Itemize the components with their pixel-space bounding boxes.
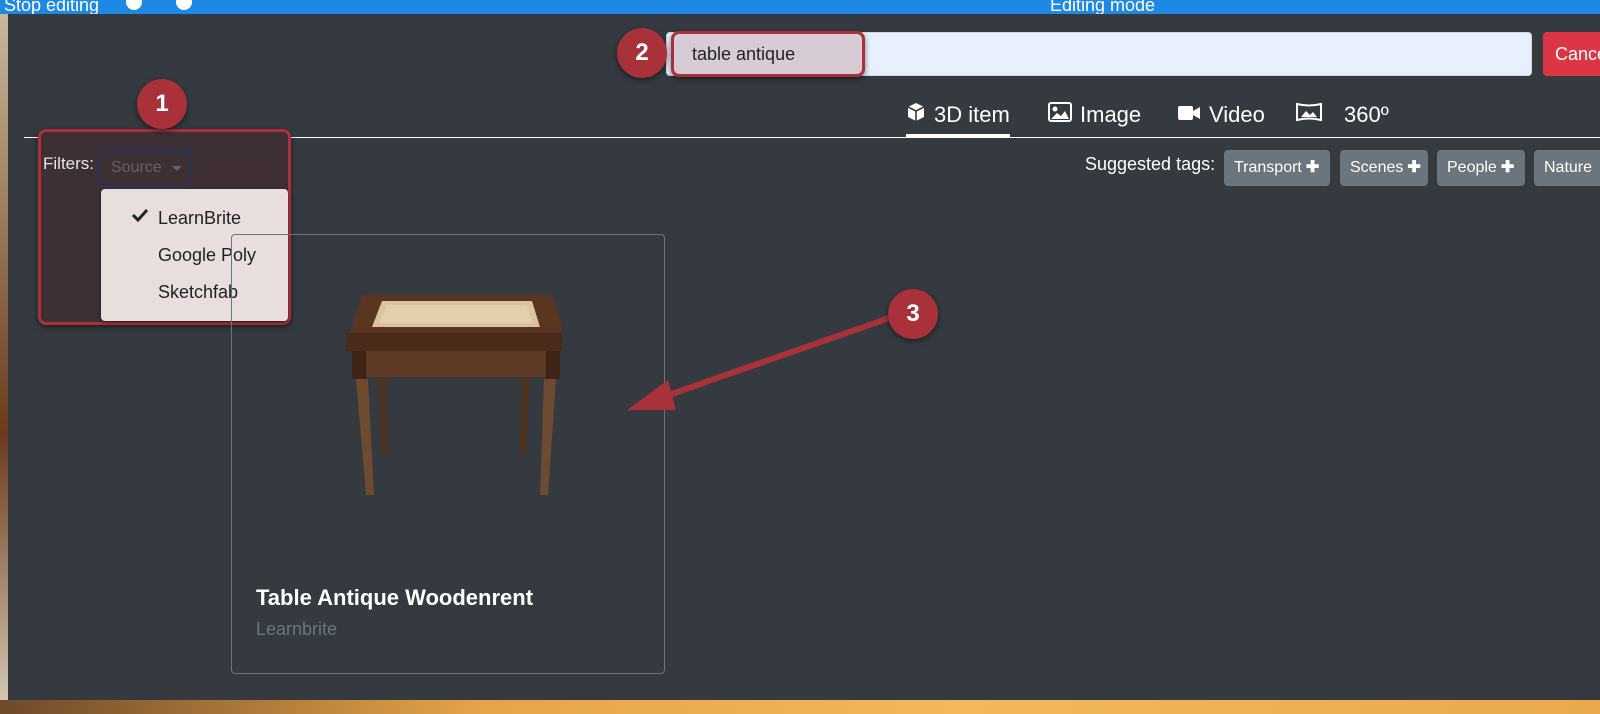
filters-label: Filters: [43, 154, 94, 173]
stop-editing-link[interactable]: Stop editing [4, 0, 99, 14]
tag-people[interactable]: People ✚ [1437, 150, 1525, 186]
option-label: LearnBrite [158, 208, 242, 228]
editor-top-bar: Stop editing Editing mode [0, 0, 1600, 14]
table-thumbnail [332, 285, 566, 505]
plus-icon: ✚ [1305, 159, 1320, 176]
source-option-learnbrite[interactable]: LearnBrite [101, 200, 288, 236]
result-source: Learnbrite [256, 619, 338, 639]
tag-nature[interactable]: Nature [1534, 150, 1600, 186]
search-value[interactable]: table antique [692, 44, 795, 65]
plus-icon: ✚ [1407, 159, 1421, 176]
tag-scenes[interactable]: Scenes ✚ [1340, 150, 1428, 186]
image-icon [1048, 102, 1072, 128]
mode-label: Editing mode [1050, 0, 1156, 14]
cancel-button[interactable]: Cancel [1543, 32, 1600, 76]
source-filter-dropdown[interactable]: Source [98, 149, 192, 187]
annotation-badge-3: 3 [888, 289, 938, 339]
option-label: Sketchfab [158, 282, 239, 302]
caret-down-icon [172, 166, 182, 171]
source-label: Source [111, 159, 162, 176]
scene-background [0, 14, 8, 714]
tag-label: Nature [1544, 159, 1593, 176]
tab-image[interactable]: Image [1048, 96, 1141, 134]
tag-label: People [1447, 159, 1497, 176]
tab-360[interactable]: 360º [1296, 96, 1389, 134]
check-icon [131, 200, 149, 236]
tag-label: Scenes [1350, 159, 1404, 176]
tag-transport[interactable]: Transport ✚ [1224, 150, 1330, 186]
result-card[interactable]: Table Antique Woodenrent Learnbrite [231, 234, 665, 674]
annotation-badge-1: 1 [137, 79, 187, 129]
tab-label: 360º [1344, 102, 1389, 127]
trophy-icon[interactable] [176, 0, 192, 10]
tab-label: 3D item [934, 102, 1010, 127]
tab-label: Video [1209, 102, 1265, 127]
tab-video[interactable]: Video [1177, 96, 1265, 134]
tab-3d-item[interactable]: 3D item [906, 96, 1010, 137]
tab-label: Image [1080, 102, 1142, 127]
tag-label: Transport [1234, 159, 1302, 176]
plus-icon: ✚ [1500, 159, 1515, 176]
panorama-icon [1296, 102, 1322, 128]
video-icon [1177, 102, 1201, 128]
result-title: Table Antique Woodenrent [256, 585, 534, 610]
suggested-tags-label: Suggested tags: [1085, 154, 1216, 174]
annotation-badge-2: 2 [617, 28, 667, 78]
avatar-icon[interactable] [126, 0, 142, 10]
cube-icon [906, 102, 926, 128]
scene-floor [0, 700, 1600, 714]
